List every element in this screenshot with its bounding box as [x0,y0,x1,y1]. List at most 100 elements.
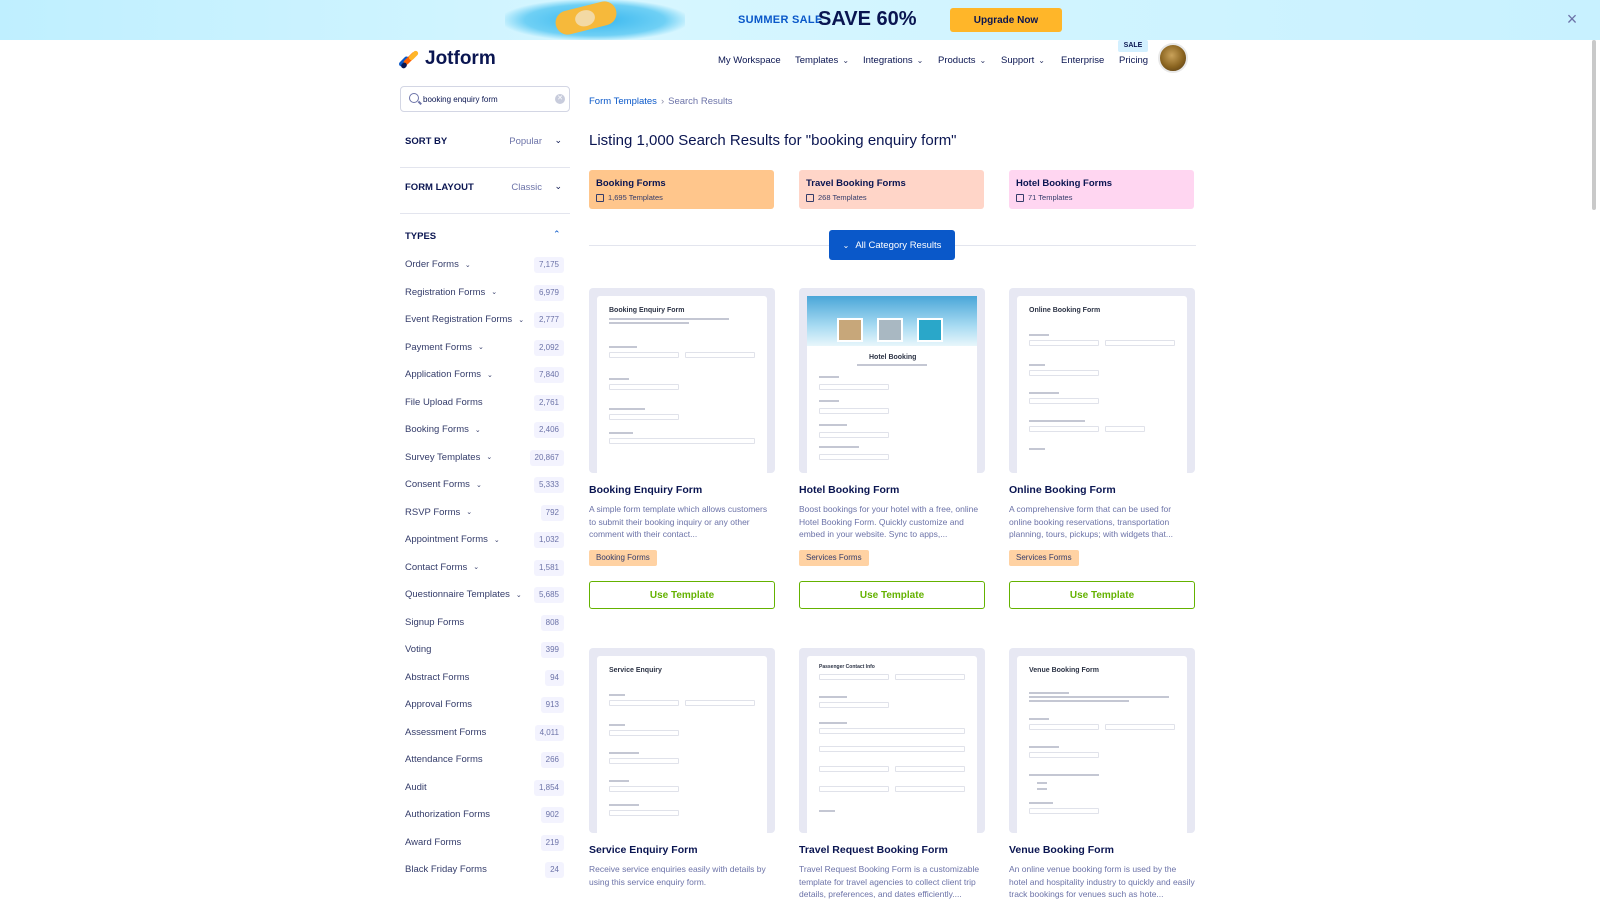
type-filter-item[interactable]: File Upload Forms 2,761 [400,394,570,412]
template-preview[interactable]: Service Enquiry [589,648,775,833]
chevron-down-icon: ⌄ [842,56,850,65]
close-icon[interactable]: × [1562,10,1582,30]
nav-my-workspace[interactable]: My Workspace [718,55,781,66]
type-filter-item[interactable]: Booking Forms ⌄ 2,406 [400,421,570,439]
template-preview[interactable]: Hotel Booking [799,288,985,473]
template-title[interactable]: Booking Enquiry Form [589,484,702,496]
chevron-down-icon[interactable]: ⌄ [475,426,481,434]
nav-support[interactable]: Support ⌄ [1001,55,1045,66]
type-filter-item[interactable]: Attendance Forms 266 [400,751,570,769]
type-filter-item[interactable]: Audit 1,854 [400,779,570,797]
template-card[interactable]: Passenger Contact Info Travel Request Bo… [799,648,985,900]
nav-integrations[interactable]: Integrations ⌄ [863,55,923,66]
use-template-button[interactable]: Use Template [1009,581,1195,609]
nav-pricing[interactable]: Pricing [1119,55,1148,66]
type-filter-item[interactable]: Application Forms ⌄ 7,840 [400,366,570,384]
template-category-tag[interactable]: Services Forms [799,550,869,566]
chevron-down-icon[interactable]: ⌄ [466,508,472,516]
type-filter-item[interactable]: Consent Forms ⌄ 5,333 [400,476,570,494]
type-filter-item[interactable]: Authorization Forms 902 [400,806,570,824]
chevron-down-icon[interactable]: ⌄ [476,481,482,489]
type-filter-count: 5,685 [533,587,564,603]
template-category-tag[interactable]: Booking Forms [589,550,657,566]
type-filter-item[interactable]: Signup Forms 808 [400,614,570,632]
type-filter-count: 1,854 [533,779,564,796]
type-filter-item[interactable]: Contact Forms ⌄ 1,581 [400,559,570,577]
type-filter-count: 902 [540,807,564,823]
type-filter-item[interactable]: Award Forms 219 [400,834,570,852]
type-filter-item[interactable]: Voting 399 [400,641,570,659]
user-avatar[interactable] [1158,43,1188,73]
type-filter-item[interactable]: Black Friday Forms 24 [400,861,570,879]
clear-search-icon[interactable]: ✕ [555,94,565,104]
category-booking-forms[interactable]: Booking Forms 1,695 Templates [589,170,774,209]
chevron-down-icon[interactable]: ⌄ [478,343,484,351]
chevron-down-icon[interactable]: ⌄ [494,536,500,544]
template-preview[interactable]: Online Booking Form [1009,288,1195,473]
types-heading[interactable]: TYPES [405,231,436,242]
template-title[interactable]: Venue Booking Form [1009,844,1114,856]
chevron-down-icon[interactable]: ⌄ [473,563,479,571]
type-filter-item[interactable]: Questionnaire Templates ⌄ 5,685 [400,586,570,604]
template-preview[interactable]: Venue Booking Form [1009,648,1195,833]
chevron-down-icon[interactable]: ⌄ [518,316,524,324]
search-input[interactable] [423,92,548,107]
use-template-button[interactable]: Use Template [799,581,985,609]
chevron-down-icon: ⌄ [979,56,987,65]
template-title[interactable]: Hotel Booking Form [799,484,899,496]
type-filter-item[interactable]: Registration Forms ⌄ 6,979 [400,284,570,302]
type-filter-count: 266 [540,752,564,768]
brand-logo[interactable]: Jotform [397,48,496,70]
template-card[interactable]: Hotel Booking Hotel Booking Form Boost b… [799,288,985,613]
template-card[interactable]: Venue Booking Form Venue Booking Form An… [1009,648,1195,900]
type-filter-item[interactable]: RSVP Forms ⌄ 792 [400,504,570,522]
page-scrollbar[interactable] [1592,40,1596,210]
nav-enterprise[interactable]: Enterprise [1061,55,1104,66]
preview-title: Venue Booking Form [1029,667,1100,674]
nav-templates[interactable]: Templates ⌄ [795,55,849,66]
type-filter-label: Appointment Forms ⌄ [405,534,500,545]
breadcrumb-form-templates[interactable]: Form Templates [589,96,657,107]
chevron-down-icon[interactable]: ⌄ [487,371,493,379]
category-travel-booking-forms[interactable]: Travel Booking Forms 268 Templates [799,170,984,209]
type-filter-label: RSVP Forms ⌄ [405,506,473,518]
template-card[interactable]: Service Enquiry Service Enquiry Form Rec… [589,648,775,900]
template-title[interactable]: Online Booking Form [1009,484,1116,496]
sale-badge: SALE [1118,40,1148,52]
type-filter-count: 913 [540,697,564,713]
sort-by-filter[interactable]: SORT BY Popular ⌄ [400,124,570,168]
chevron-down-icon[interactable]: ⌄ [486,453,492,461]
type-filter-item[interactable]: Payment Forms ⌄ 2,092 [400,339,570,357]
template-description: Receive service enquiries easily with de… [589,864,766,887]
chevron-down-icon[interactable]: ⌄ [516,591,522,599]
chevron-up-icon[interactable]: ⌃ [553,229,561,240]
template-category-tag[interactable]: Services Forms [1009,550,1079,566]
template-card[interactable]: Online Booking Form Online Booking Form … [1009,288,1195,613]
type-filter-item[interactable]: Assessment Forms 4,011 [400,724,570,742]
template-preview[interactable]: Booking Enquiry Form [589,288,775,473]
nav-products[interactable]: Products ⌄ [938,55,986,66]
template-title[interactable]: Service Enquiry Form [589,844,698,856]
type-filter-item[interactable]: Abstract Forms 94 [400,669,570,687]
upgrade-now-button[interactable]: Upgrade Now [950,8,1062,32]
use-template-button[interactable]: Use Template [589,581,775,609]
chevron-down-icon[interactable]: ⌄ [491,288,497,296]
form-layout-filter[interactable]: FORM LAYOUT Classic ⌄ [400,170,570,214]
type-filter-label: Audit [405,781,427,793]
template-title[interactable]: Travel Request Booking Form [799,844,948,856]
type-filter-item[interactable]: Survey Templates ⌄ 20,867 [400,449,570,467]
type-filter-item[interactable]: Appointment Forms ⌄ 1,032 [400,531,570,549]
template-search: ✕ [400,86,570,112]
template-card[interactable]: Booking Enquiry Form Booking Enquiry For… [589,288,775,613]
type-filter-label: Registration Forms ⌄ [405,286,498,298]
brand-name: Jotform [425,48,496,69]
type-filter-label: Contact Forms ⌄ [405,561,480,573]
template-preview[interactable]: Passenger Contact Info [799,648,985,833]
preview-title: Booking Enquiry Form [609,307,685,314]
category-hotel-booking-forms[interactable]: Hotel Booking Forms 71 Templates [1009,170,1194,209]
type-filter-item[interactable]: Approval Forms 913 [400,696,570,714]
type-filter-item[interactable]: Event Registration Forms ⌄ 2,777 [400,311,570,329]
chevron-down-icon[interactable]: ⌄ [465,261,471,269]
type-filter-item[interactable]: Order Forms ⌄ 7,175 [400,256,570,274]
all-category-results-button[interactable]: ⌄ All Category Results [829,230,955,260]
